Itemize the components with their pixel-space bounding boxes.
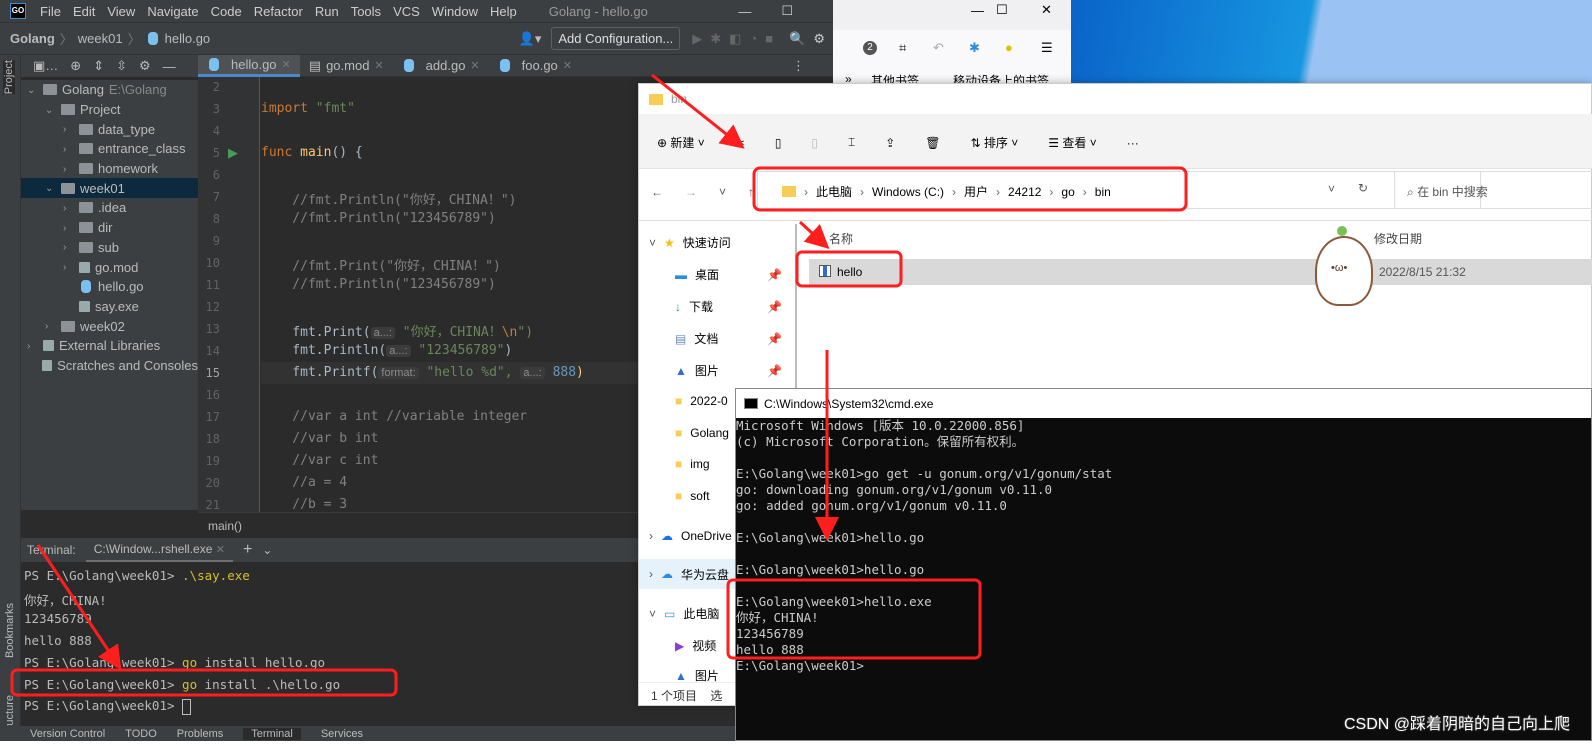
annotation-arrow (651, 73, 745, 149)
annotation-box-path (752, 166, 1188, 212)
annotation-box-cmd (726, 578, 982, 660)
annotation-arrow (798, 220, 830, 250)
annotation-arrow (36, 544, 122, 670)
annotation-overlay (10, 73, 1188, 697)
annotation-box-file (795, 250, 903, 288)
watermark: CSDN @踩着阴暗的自己向上爬 (1343, 716, 1570, 733)
annotation-box-terminal (10, 668, 398, 697)
